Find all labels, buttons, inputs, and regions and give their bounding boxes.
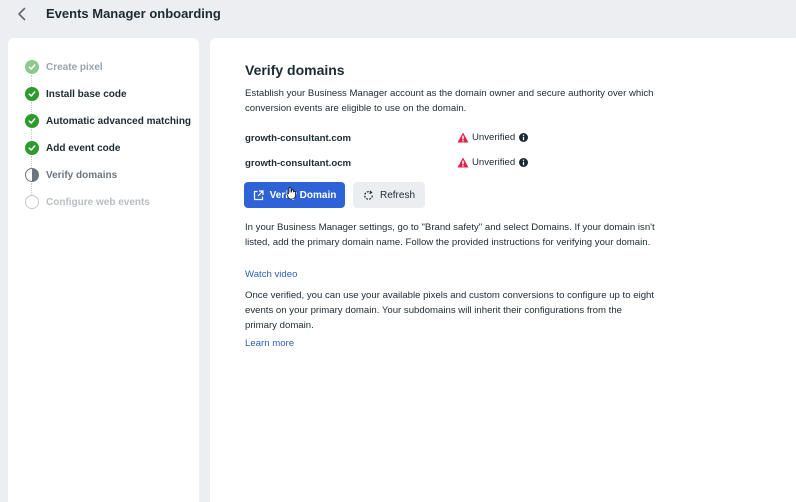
half-circle-icon [25,168,39,182]
warning-triangle-icon [457,132,469,143]
step-label: Verify domains [46,169,118,181]
status-label: Unverified [472,132,516,143]
step-configure-web-events[interactable]: Configure web events [8,192,199,212]
status-label: Unverified [472,157,516,168]
step-label: Install base code [46,88,127,100]
top-bar: Events Manager onboarding [0,0,796,30]
check-circle-icon [25,114,39,128]
step-automatic-advanced-matching[interactable]: Automatic advanced matching [8,111,199,131]
domain-name: growth-consultant.com [245,133,352,144]
domain-status: Unverified [457,132,529,143]
intro-text: Establish your Business Manager account … [245,88,654,114]
mouse-cursor-icon [286,187,296,200]
warning-triangle-icon [457,157,469,168]
app-title: Events Manager onboarding [46,6,221,21]
back-button[interactable] [12,4,32,24]
page-title: Verify domains [245,62,345,78]
onboarding-steps-sidebar: Create pixel Install base code Automatic… [8,38,199,502]
refresh-button[interactable]: Refresh [353,182,425,208]
step-label: Add event code [46,142,121,154]
domain-status: Unverified [457,157,529,168]
step-label: Configure web events [46,196,150,208]
info-icon[interactable] [519,133,529,142]
step-label: Create pixel [46,61,103,73]
details-text: Once verified, you can use your availabl… [245,290,655,331]
refresh-label: Refresh [379,189,415,201]
check-circle-icon [25,87,39,101]
refresh-icon [364,189,373,200]
empty-circle-icon [25,195,39,209]
step-label: Automatic advanced matching [46,115,192,127]
domain-name: growth-consultant.ocm [245,158,352,169]
check-circle-icon [25,60,39,74]
watch-video-link[interactable]: Watch video [245,269,297,280]
info-icon[interactable] [519,158,529,167]
verify-domains-panel: Verify domains Establish your Business M… [210,38,796,502]
step-add-event-code[interactable]: Add event code [8,138,199,158]
instructions-text: In your Business Manager settings, go to… [245,222,655,248]
step-create-pixel[interactable]: Create pixel [8,57,199,77]
verify-domain-label: Verify Domain [269,189,337,201]
external-link-icon [253,189,264,200]
step-verify-domains[interactable]: Verify domains [8,165,199,185]
check-circle-icon [25,141,39,155]
chevron-left-icon [18,7,26,21]
learn-more-link[interactable]: Learn more [245,338,294,349]
step-install-base-code[interactable]: Install base code [8,84,199,104]
